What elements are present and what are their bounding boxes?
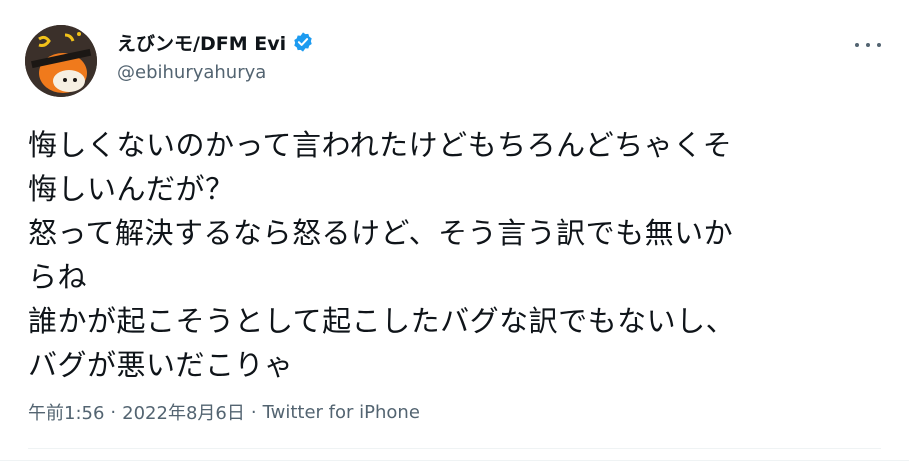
tweet-card: えびンモ/DFM Evi @ebihuryahurya 悔しくないのかって言われ… bbox=[0, 0, 909, 461]
meta-separator: · bbox=[250, 401, 257, 423]
tweet-line: 怒って解決するなら怒るけど、そう言う訳でも無いか bbox=[28, 216, 734, 250]
tweet-line: バグが悪いだこりゃ bbox=[28, 348, 294, 382]
more-dot bbox=[877, 43, 881, 47]
tweet-meta: 午前1:56 · 2022年8月6日 · Twitter for iPhone bbox=[28, 399, 420, 425]
tweet-line: 悔しくないのかって言われたけどもちろんどちゃくそ bbox=[28, 128, 733, 162]
more-dot bbox=[866, 43, 870, 47]
display-name[interactable]: えびンモ/DFM Evi bbox=[117, 29, 286, 56]
handle[interactable]: @ebihuryahurya bbox=[117, 62, 314, 83]
tweet-date[interactable]: 2022年8月6日 bbox=[122, 399, 245, 425]
author-block: えびンモ/DFM Evi @ebihuryahurya bbox=[117, 28, 314, 83]
tweet-line: 誰かが起こそうとして起こしたバグな訳でもないし、 bbox=[28, 304, 736, 338]
more-dot bbox=[855, 43, 859, 47]
tweet-line: らね bbox=[28, 260, 88, 294]
tweet-source[interactable]: Twitter for iPhone bbox=[263, 402, 420, 423]
more-options-icon[interactable] bbox=[855, 36, 881, 54]
tweet-time[interactable]: 午前1:56 bbox=[28, 399, 104, 425]
verified-badge-icon bbox=[292, 31, 314, 53]
divider bbox=[28, 448, 881, 449]
display-name-row: えびンモ/DFM Evi bbox=[117, 28, 314, 56]
avatar-icon bbox=[25, 25, 97, 97]
avatar[interactable] bbox=[25, 25, 97, 97]
tweet-text: 悔しくないのかって言われたけどもちろんどちゃくそ 悔しいんだが？ 怒って解決する… bbox=[28, 123, 878, 387]
tweet-line: 悔しいんだが？ bbox=[28, 172, 235, 206]
meta-separator: · bbox=[110, 401, 117, 423]
